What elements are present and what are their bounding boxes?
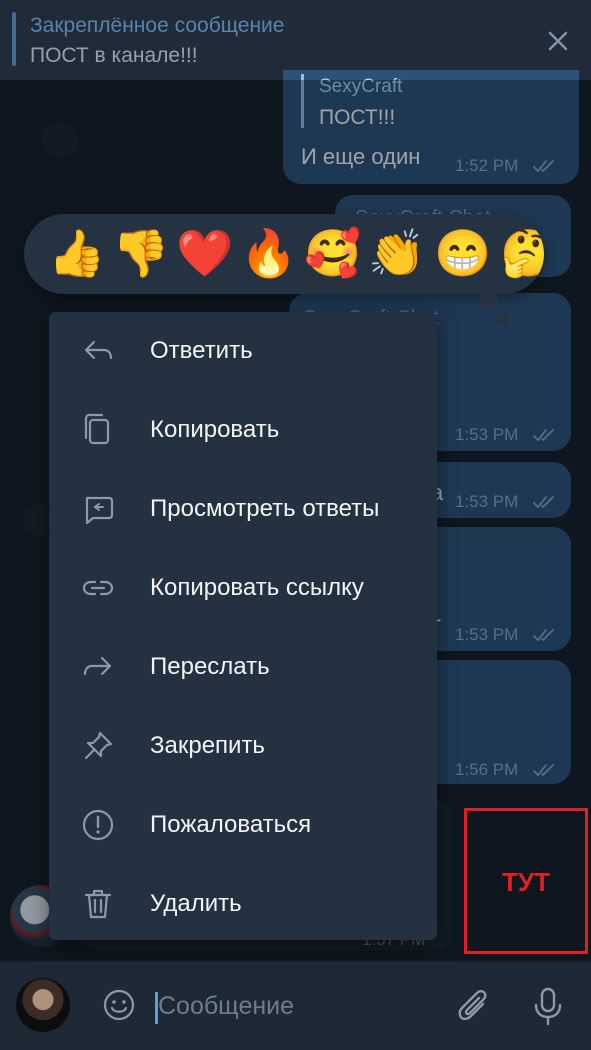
reaction-beaming-face[interactable]: 😁 <box>434 224 492 282</box>
message-input[interactable] <box>158 988 428 1024</box>
message-input-bar <box>0 962 591 1050</box>
microphone-icon[interactable] <box>530 984 566 1028</box>
menu-item-report[interactable]: Пожаловаться <box>49 786 437 865</box>
menu-item-reply[interactable]: Ответить <box>49 312 437 391</box>
close-icon[interactable] <box>543 26 573 56</box>
menu-item-label: Копировать ссылку <box>150 574 364 601</box>
delete-icon <box>84 889 112 919</box>
menu-item-copy-link[interactable]: Копировать ссылку <box>49 549 437 628</box>
reaction-thumbs-up[interactable]: 👍 <box>48 224 106 282</box>
reaction-thinking-face[interactable]: 🤔 <box>500 224 544 282</box>
pinned-message-bar[interactable]: Закреплённое сообщение ПОСТ в канале!!! <box>0 0 591 80</box>
menu-item-forward[interactable]: Переслать <box>49 628 437 707</box>
menu-item-label: Просмотреть ответы <box>150 495 380 522</box>
pin-icon <box>84 731 113 760</box>
menu-item-view-replies[interactable]: Просмотреть ответы <box>49 470 437 549</box>
reaction-smiling-face-with-hearts[interactable]: 🥰 <box>304 224 362 282</box>
menu-item-label: Переслать <box>150 653 270 680</box>
menu-item-label: Ответить <box>150 337 253 364</box>
send-as-avatar[interactable] <box>16 978 70 1032</box>
reply-icon <box>84 340 113 360</box>
menu-item-label: Удалить <box>150 890 242 917</box>
copy-icon <box>84 413 110 445</box>
reaction-bar-tail-dot <box>496 314 508 326</box>
annotation-label: ТУТ <box>502 867 550 897</box>
context-menu: Ответить Копировать Просмотреть ответы К… <box>49 312 437 940</box>
pinned-accent-line <box>12 12 16 66</box>
link-icon <box>82 580 114 596</box>
menu-item-pin[interactable]: Закрепить <box>49 707 437 786</box>
view-replies-icon <box>85 496 114 525</box>
attach-icon[interactable] <box>455 986 493 1026</box>
reaction-thumbs-down[interactable]: 👎 <box>112 224 170 282</box>
reaction-bar-tail <box>479 290 499 308</box>
report-icon <box>82 809 114 841</box>
reaction-bar[interactable]: 👍 👎 ❤️ 🔥 🥰 👏 😁 🤔 <box>24 214 544 294</box>
menu-item-copy[interactable]: Копировать <box>49 391 437 470</box>
forward-icon <box>83 656 112 676</box>
reaction-heart[interactable]: ❤️ <box>176 224 234 282</box>
menu-item-delete[interactable]: Удалить <box>49 865 437 944</box>
reaction-fire[interactable]: 🔥 <box>240 224 298 282</box>
pinned-title: Закреплённое сообщение <box>30 14 285 37</box>
pinned-text: ПОСТ в канале!!! <box>30 44 198 67</box>
menu-item-label: Пожаловаться <box>150 811 312 838</box>
reaction-clapping-hands[interactable]: 👏 <box>368 224 426 282</box>
emoji-icon[interactable] <box>100 986 138 1024</box>
menu-item-label: Копировать <box>150 416 280 443</box>
menu-item-label: Закрепить <box>150 732 265 759</box>
annotation-box: ТУТ <box>464 808 588 954</box>
